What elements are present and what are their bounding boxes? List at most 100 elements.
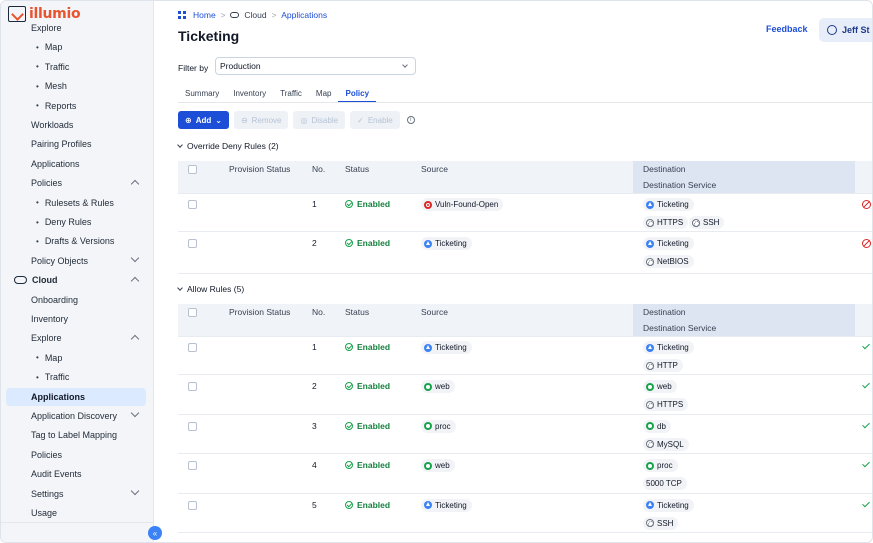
remove-button[interactable]: ⊖ Remove [233,111,289,129]
allow-check-icon [862,459,870,468]
source-pill-text: Ticketing [435,343,467,352]
enable-button[interactable]: ✓ Enable [350,111,400,129]
service-pill: HTTP [643,359,683,372]
role-label-icon [424,422,432,431]
destination-pill-text: Ticketing [657,200,689,209]
sidebar-item-traffic[interactable]: Traffic [6,368,146,386]
allow-check-icon [862,499,870,507]
info-icon[interactable]: i [406,116,415,124]
enable-button-label: Enable [367,115,393,125]
feedback-link[interactable]: Feedback [766,24,808,34]
chevron-down-icon [130,253,140,263]
rule-status-text: Enabled [357,199,391,209]
sidebar-item-cloud[interactable]: Cloud [6,271,146,289]
breadcrumb: Home > Cloud > Applications [178,10,327,20]
sidebar-item-settings[interactable]: Settings [6,485,146,503]
user-menu-button[interactable]: Jeff St [819,18,872,42]
sidebar-item-label: Pairing Profiles [31,139,92,150]
section-deny_section-toggle[interactable]: Override Deny Rules (2) [177,141,279,151]
sidebar-item-policies[interactable]: Policies [6,446,146,464]
disable-button[interactable]: ◎ Disable [293,111,346,129]
tab-summary[interactable]: Summary [178,87,226,103]
select-all-checkbox[interactable] [188,165,197,174]
sidebar-item-rulesets-rules[interactable]: Rulesets & Rules [6,194,146,212]
source-pill-text: Ticketing [435,239,467,248]
sidebar-item-reports[interactable]: Reports [6,97,146,115]
service-icon [646,400,654,409]
check-circle-icon [345,421,353,430]
sidebar-item-drafts-versions[interactable]: Drafts & Versions [6,232,146,250]
add-button-label: Add [195,115,212,125]
row-divider [178,532,872,533]
rule-status: Enabled [345,460,390,470]
tab-map[interactable]: Map [309,87,339,103]
sidebar-item-application-discovery[interactable]: Application Discovery [6,407,146,425]
service-pill: MySQL [643,437,689,451]
column-no: No. [312,164,326,174]
section-allow_section-toggle[interactable]: Allow Rules (5) [177,284,244,294]
sidebar-item-applications[interactable]: Applications [6,155,146,173]
row-checkbox[interactable] [188,382,197,392]
rule-status: Enabled [345,199,390,209]
row-checkbox[interactable] [188,500,197,510]
check-circle-icon [345,200,353,208]
sidebar-item-usage[interactable]: Usage [6,504,146,522]
filter-label: Filter by [178,63,209,73]
sidebar-item-explore[interactable]: Explore [6,19,146,37]
row-checkbox[interactable] [188,421,197,431]
sidebar-item-inventory[interactable]: Inventory [6,310,146,328]
service-icon [646,257,654,266]
source-pill: web [421,459,455,473]
chevron-down-icon [130,486,140,495]
breadcrumb-separator: > [271,10,277,20]
row-divider [178,492,872,494]
sidebar-item-workloads[interactable]: Workloads [6,116,146,134]
tab-inventory[interactable]: Inventory [226,87,273,103]
breadcrumb-home[interactable]: Home [193,10,216,20]
breadcrumb-separator: > [220,10,226,20]
row-checkbox[interactable] [188,343,197,352]
row-checkbox[interactable] [188,239,197,248]
sidebar-item-policies[interactable]: Policies [6,174,146,192]
sidebar-item-label: Traffic [44,61,70,72]
row-checkbox[interactable] [188,461,197,471]
sidebar-item-label: Rulesets & Rules [44,197,114,208]
breadcrumb-cloud[interactable]: Cloud [244,10,266,20]
sidebar-item-applications[interactable]: Applications [6,387,146,406]
tab-traffic[interactable]: Traffic [273,87,309,103]
disable-button-label: Disable [311,115,339,125]
rule-status-text: Enabled [357,499,391,510]
role-label-icon [646,382,654,391]
sidebar-item-map[interactable]: Map [6,349,146,367]
breadcrumb-applications[interactable]: Applications [281,10,327,20]
column-source: Source [421,307,448,317]
sidebar-item-traffic[interactable]: Traffic [6,58,146,76]
sidebar-item-onboarding[interactable]: Onboarding [6,291,146,309]
sidebar-footer [1,522,154,542]
sidebar-item-policy-objects[interactable]: Policy Objects [6,252,146,270]
sidebar-item-tag-to-label-mapping[interactable]: Tag to Label Mapping [6,426,146,444]
service-text: HTTPS [657,218,684,227]
row-checkbox[interactable] [188,200,197,209]
filter-select[interactable]: Production [215,57,416,75]
app-label-icon [424,343,432,352]
sidebar-item-label: Explore [31,333,62,344]
sidebar-item-audit-events[interactable]: Audit Events [6,465,146,483]
app-label-icon [646,239,654,248]
sidebar-item-mesh[interactable]: Mesh [6,77,146,95]
rule-number: 3 [312,420,317,431]
sidebar-item-deny-rules[interactable]: Deny Rules [6,213,146,231]
row-divider [178,193,872,194]
main-content: Home > Cloud > Applications Ticketing Fe… [154,1,872,542]
add-button[interactable]: ⊕ Add ⌄ [178,111,229,129]
sidebar-item-label: Policies [31,178,63,189]
select-all-checkbox[interactable] [188,308,197,317]
grid-icon [178,11,186,19]
sidebar-item-map[interactable]: Map [6,38,146,56]
chevron-up-icon [130,276,140,286]
sidebar-item-label: Onboarding [31,294,79,305]
service-pill: NetBIOS [643,255,694,268]
sidebar-item-pairing-profiles[interactable]: Pairing Profiles [6,135,146,153]
sidebar-item-explore[interactable]: Explore [6,329,146,347]
tab-policy[interactable]: Policy [338,87,377,103]
